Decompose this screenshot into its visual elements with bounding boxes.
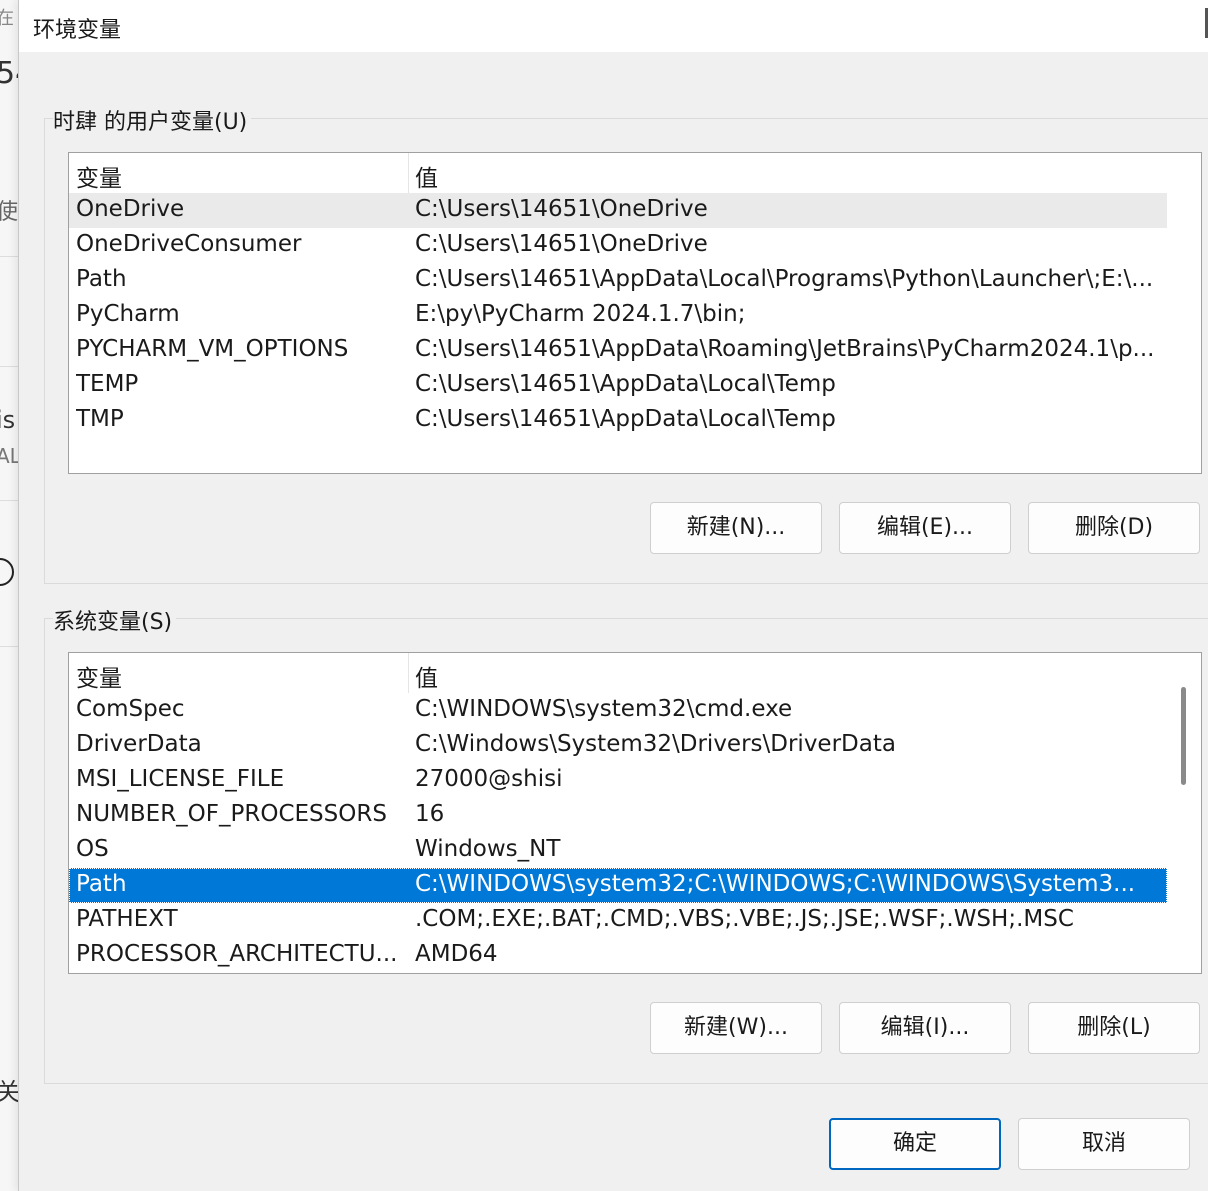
column-header-variable[interactable]: 变量 — [76, 659, 122, 693]
table-row[interactable]: OS Windows_NT — [69, 833, 1167, 868]
cancel-button[interactable]: 取消 — [1018, 1118, 1190, 1170]
variable-name: OS — [76, 836, 109, 862]
system-edit-button[interactable]: 编辑(I)... — [839, 1002, 1011, 1054]
background-circle-icon — [0, 558, 14, 586]
system-new-button[interactable]: 新建(W)... — [650, 1002, 822, 1054]
background-text: 关 — [0, 1078, 20, 1106]
user-edit-button[interactable]: 编辑(E)... — [839, 502, 1011, 554]
variable-name: ComSpec — [76, 696, 185, 722]
variable-name: TEMP — [76, 371, 139, 397]
variable-value: C:\Users\14651\AppData\Local\Temp — [415, 406, 836, 432]
system-delete-button[interactable]: 删除(L) — [1028, 1002, 1200, 1054]
variable-value: C:\Windows\System32\Drivers\DriverData — [415, 731, 896, 757]
variable-name: OneDrive — [76, 196, 185, 222]
variable-name: MSI_LICENSE_FILE — [76, 766, 285, 792]
variable-value: E:\py\PyCharm 2024.1.7\bin; — [415, 301, 746, 327]
background-text: is — [0, 406, 16, 434]
table-row[interactable]: PATHEXT .COM;.EXE;.BAT;.CMD;.VBS;.VBE;.J… — [69, 903, 1167, 938]
table-row[interactable]: ComSpec C:\WINDOWS\system32\cmd.exe — [69, 693, 1167, 728]
table-row[interactable]: NUMBER_OF_PROCESSORS 16 — [69, 798, 1167, 833]
variable-value: C:\Users\14651\AppData\Roaming\JetBrains… — [415, 336, 1155, 362]
variable-value: AMD64 — [415, 941, 498, 967]
user-variables-list[interactable]: 变量 值 OneDrive C:\Users\14651\OneDrive On… — [68, 152, 1202, 474]
variable-value: C:\WINDOWS\system32\cmd.exe — [415, 696, 793, 722]
variable-name: Path — [76, 871, 127, 897]
variable-value: C:\Users\14651\OneDrive — [415, 196, 708, 222]
background-text: 使 — [0, 200, 19, 225]
variable-name: DriverData — [76, 731, 202, 757]
table-row-selected[interactable]: Path C:\WINDOWS\system32;C:\WINDOWS;C:\W… — [69, 868, 1167, 903]
table-row[interactable]: PyCharm E:\py\PyCharm 2024.1.7\bin; — [69, 298, 1167, 333]
ok-button[interactable]: 确定 — [829, 1118, 1001, 1170]
system-variables-label: 系统变量(S) — [53, 604, 177, 636]
variable-name: NUMBER_OF_PROCESSORS — [76, 801, 387, 827]
scrollbar-thumb[interactable] — [1181, 687, 1186, 785]
system-variables-list[interactable]: 变量 值 ComSpec C:\WINDOWS\system32\cmd.exe… — [68, 652, 1202, 974]
variable-name: PROCESSOR_ARCHITECTU... — [76, 941, 398, 967]
variable-name: OneDriveConsumer — [76, 231, 302, 257]
variable-value: 16 — [415, 801, 445, 827]
background-window: 在 54 使 is AL 关 — [0, 0, 20, 1191]
title-bar[interactable]: 环境变量 — [19, 0, 1208, 52]
table-row[interactable]: OneDriveConsumer C:\Users\14651\OneDrive — [69, 228, 1167, 263]
table-row[interactable]: DriverData C:\Windows\System32\Drivers\D… — [69, 728, 1167, 763]
user-delete-button[interactable]: 删除(D) — [1028, 502, 1200, 554]
variable-value: Windows_NT — [415, 836, 561, 862]
column-header-value[interactable]: 值 — [415, 159, 438, 193]
variable-value: C:\Users\14651\AppData\Local\Programs\Py… — [415, 266, 1154, 292]
table-row[interactable]: OneDrive C:\Users\14651\OneDrive — [69, 193, 1167, 228]
background-text: AL — [0, 444, 20, 468]
vertical-scrollbar[interactable] — [1167, 653, 1201, 973]
user-variables-label: 时肆 的用户变量(U) — [53, 104, 252, 136]
dialog-title: 环境变量 — [33, 18, 122, 43]
variable-name: TMP — [76, 406, 124, 432]
variable-name: PATHEXT — [76, 906, 178, 932]
table-row[interactable]: MSI_LICENSE_FILE 27000@shisi — [69, 763, 1167, 798]
column-header-value[interactable]: 值 — [415, 659, 438, 693]
table-row[interactable]: PYCHARM_VM_OPTIONS C:\Users\14651\AppDat… — [69, 333, 1167, 368]
background-text: 54 — [0, 56, 20, 91]
table-row[interactable]: PROCESSOR_ARCHITECTU... AMD64 — [69, 938, 1167, 973]
background-text: 在 — [0, 8, 14, 29]
list-header: 变量 值 — [69, 153, 1167, 193]
table-row[interactable]: TMP C:\Users\14651\AppData\Local\Temp — [69, 403, 1167, 438]
variable-value: C:\Users\14651\AppData\Local\Temp — [415, 371, 836, 397]
list-header: 变量 值 — [69, 653, 1167, 693]
variable-name: Path — [76, 266, 127, 292]
table-row[interactable]: TEMP C:\Users\14651\AppData\Local\Temp — [69, 368, 1167, 403]
table-row[interactable]: Path C:\Users\14651\AppData\Local\Progra… — [69, 263, 1167, 298]
variable-value: .COM;.EXE;.BAT;.CMD;.VBS;.VBE;.JS;.JSE;.… — [415, 906, 1074, 932]
variable-name: PyCharm — [76, 301, 180, 327]
user-new-button[interactable]: 新建(N)... — [650, 502, 822, 554]
variable-name: PYCHARM_VM_OPTIONS — [76, 336, 349, 362]
variable-value: C:\Users\14651\OneDrive — [415, 231, 708, 257]
environment-variables-dialog: 环境变量 时肆 的用户变量(U) 变量 值 OneDrive C:\Users\… — [18, 0, 1208, 1191]
column-header-variable[interactable]: 变量 — [76, 159, 122, 193]
variable-value: 27000@shisi — [415, 766, 563, 792]
variable-value: C:\WINDOWS\system32;C:\WINDOWS;C:\WINDOW… — [415, 871, 1136, 897]
